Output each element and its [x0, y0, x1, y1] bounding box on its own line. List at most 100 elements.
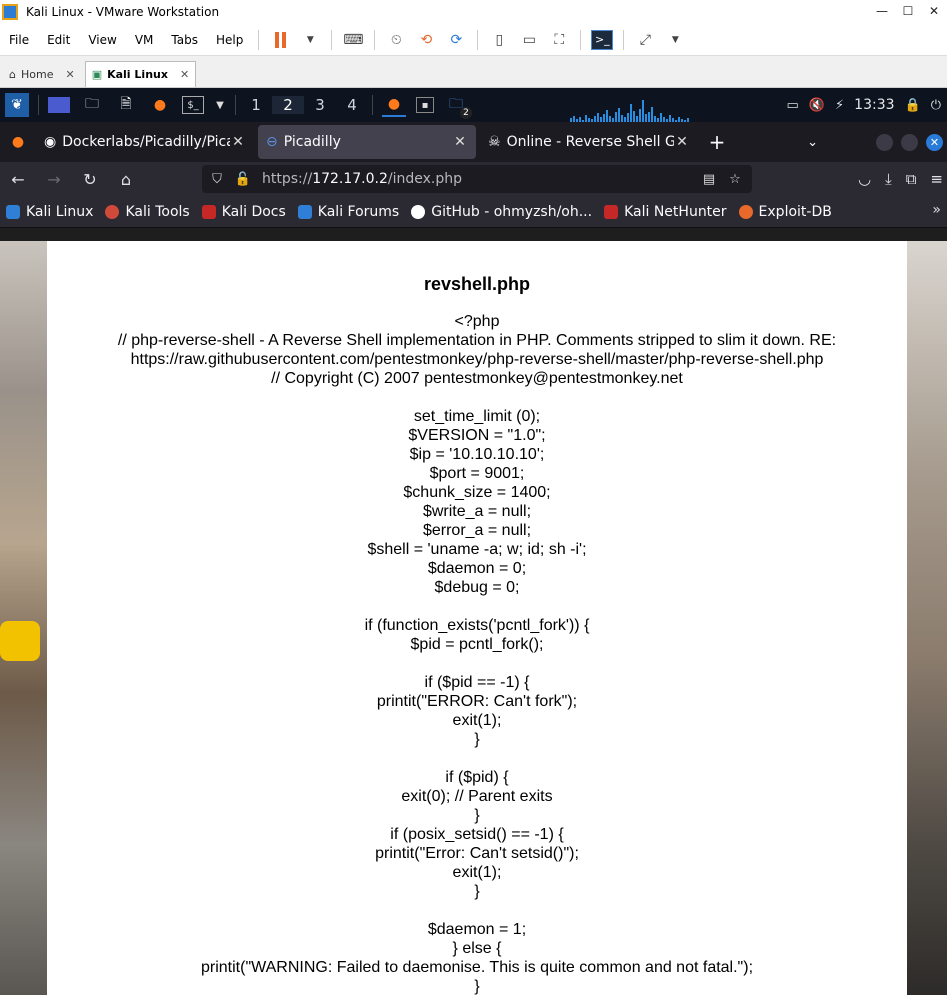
menu-tabs[interactable]: Tabs	[162, 33, 207, 47]
reader-view-icon[interactable]: ▤	[698, 172, 720, 187]
code-line: $chunk_size = 1400;	[403, 484, 551, 501]
url-text[interactable]: https://172.17.0.2/index.php	[262, 171, 694, 187]
network-icon[interactable]: ▭	[787, 98, 799, 113]
toolbar-divider	[477, 29, 479, 50]
firefox-view-icon[interactable]: ●	[0, 134, 36, 150]
show-desktop-icon[interactable]	[48, 97, 70, 113]
volume-muted-icon[interactable]: 🔇	[809, 98, 825, 113]
vm-tab-kali[interactable]: ▣ Kali Linux ✕	[84, 61, 197, 87]
background-sign	[0, 621, 40, 661]
bookmark-exploit-db[interactable]: Exploit-DB	[733, 204, 838, 220]
hamburger-menu-icon[interactable]: ≡	[930, 170, 943, 188]
insecure-lock-icon[interactable]: 🔓	[232, 172, 254, 187]
library-icon[interactable]: ▯	[488, 30, 510, 50]
close-tab-icon[interactable]: ✕	[452, 134, 468, 150]
skull-icon: ☠	[488, 134, 501, 150]
terminal-launcher-icon[interactable]: $_	[182, 96, 204, 114]
vm-tab-home[interactable]: ⌂ Home ✕	[3, 61, 81, 87]
bookmark-kali-linux[interactable]: Kali Linux	[0, 204, 99, 220]
folder-window-icon[interactable]: 🗀 2	[444, 93, 472, 119]
reload-icon[interactable]: ↻	[72, 170, 108, 189]
menu-help[interactable]: Help	[207, 33, 252, 47]
toolbar-divider	[258, 29, 260, 50]
console-view-icon[interactable]: >_	[591, 29, 614, 50]
terminal-window-icon[interactable]: ▪	[416, 97, 434, 113]
menu-vm[interactable]: VM	[126, 33, 163, 47]
window-title: Kali Linux - VMware Workstation	[26, 5, 220, 19]
bookmark-star-icon[interactable]: ☆	[724, 172, 746, 187]
menu-edit[interactable]: Edit	[38, 33, 79, 47]
file-manager-icon[interactable]: 🗀	[80, 93, 104, 117]
snapshot-manager-icon[interactable]: ⟳	[445, 30, 467, 50]
bookmark-kali-forums[interactable]: Kali Forums	[292, 204, 405, 220]
stretch-dropdown-icon[interactable]: ▼	[664, 30, 686, 50]
snapshot-icon[interactable]: ⏲	[385, 30, 407, 50]
revert-snapshot-icon[interactable]: ⟲	[415, 30, 437, 50]
tabstrip-right: ⌄ ✕	[807, 122, 943, 162]
code-line: set_time_limit (0);	[413, 408, 541, 425]
pause-vm-button[interactable]	[269, 30, 291, 50]
list-tabs-icon[interactable]: ⌄	[807, 135, 818, 150]
code-line: $shell = 'uname -a; w; id; sh -i';	[367, 541, 587, 558]
pause-dropdown-icon[interactable]: ▼	[299, 30, 321, 50]
home-icon[interactable]: ⌂	[108, 170, 144, 189]
bookmark-kali-tools[interactable]: Kali Tools	[99, 204, 195, 220]
bookmark-github-ohmyzsh[interactable]: GitHub - ohmyzsh/oh...	[405, 204, 598, 220]
workspace-3[interactable]: 3	[304, 96, 336, 114]
nethunter-icon	[604, 204, 619, 219]
close-tab-icon[interactable]: ✕	[65, 68, 74, 81]
kali-tools-icon	[105, 204, 120, 219]
browser-tab-picadilly[interactable]: ⊖ Picadilly ✕	[258, 125, 476, 159]
forward-icon[interactable]: →	[36, 170, 72, 189]
kali-top-panel: ❦ 🗀 🗎 ● $_ ▼ 1 2 3 4 ● ▪ 🗀 2 ▭ 🔇 ⚡ 13:33 …	[0, 88, 947, 122]
lock-icon[interactable]: 🔒	[905, 98, 921, 113]
browser-tab-github[interactable]: ◉ Dockerlabs/Picadilly/Picad ✕	[36, 125, 254, 159]
thumbnail-icon[interactable]: ▭	[518, 30, 540, 50]
pause-icon	[274, 31, 286, 48]
close-tab-icon[interactable]: ✕	[674, 134, 690, 150]
code-line: }	[474, 883, 480, 900]
kali-menu-icon[interactable]: ❦	[5, 93, 29, 117]
fullscreen-icon[interactable]: ⛶	[548, 30, 570, 50]
code-line: $debug = 0;	[434, 579, 520, 596]
bookmark-label: Kali Forums	[317, 203, 400, 220]
firefox-navbar: ← → ↻ ⌂ ⛉ 🔓 https://172.17.0.2/index.php…	[0, 162, 947, 196]
maximize-circle[interactable]	[901, 133, 918, 151]
close-tab-icon[interactable]: ✕	[180, 68, 189, 81]
power-icon[interactable]: ⚡	[835, 98, 844, 113]
workspace-4[interactable]: 4	[336, 96, 368, 114]
workspace-2[interactable]: 2	[272, 96, 304, 114]
back-icon[interactable]: ←	[0, 170, 36, 189]
new-tab-button[interactable]: +	[702, 130, 732, 154]
code-line: if (function_exists('pcntl_fork')) {	[364, 617, 590, 634]
browser-tab-revshell[interactable]: ☠ Online - Reverse Shell Ge ✕	[480, 125, 698, 159]
maximize-button[interactable]: ☐	[895, 0, 921, 24]
bookmark-kali-nethunter[interactable]: Kali NetHunter	[598, 204, 732, 220]
panel-tray: ▭ 🔇 ⚡ 13:33 🔒 ⏻	[787, 88, 947, 122]
firefox-window-icon[interactable]: ●	[382, 93, 406, 117]
code-line: exit(0); // Parent exits	[401, 788, 553, 805]
vmware-menubar: File Edit View VM Tabs Help ▼ ⌨ ⏲ ⟲ ⟳ ▯ …	[0, 24, 947, 56]
url-bar[interactable]: ⛉ 🔓 https://172.17.0.2/index.php ▤ ☆	[202, 165, 752, 193]
extensions-icon[interactable]: ⧉	[906, 170, 917, 188]
stretch-icon[interactable]: ⤢	[634, 30, 656, 50]
minimize-circle[interactable]	[876, 133, 893, 151]
close-tab-icon[interactable]: ✕	[230, 134, 246, 150]
more-bookmarks-icon[interactable]: »	[932, 202, 941, 218]
menu-view[interactable]: View	[79, 33, 125, 47]
downloads-icon[interactable]: ⤓	[885, 170, 892, 188]
logout-icon[interactable]: ⏻	[931, 98, 941, 113]
minimize-button[interactable]: —	[869, 0, 895, 24]
close-browser-icon[interactable]: ✕	[926, 133, 943, 151]
shield-icon[interactable]: ⛉	[206, 172, 228, 187]
menu-file[interactable]: File	[0, 33, 38, 47]
bookmark-kali-docs[interactable]: Kali Docs	[196, 204, 292, 220]
pocket-icon[interactable]: ◡	[858, 170, 871, 188]
workspace-1[interactable]: 1	[240, 96, 272, 114]
chevron-down-icon[interactable]: ▼	[214, 93, 226, 117]
text-editor-icon[interactable]: 🗎	[114, 93, 138, 117]
firefox-launcher-icon[interactable]: ●	[148, 93, 172, 117]
close-window-button[interactable]: ✕	[921, 0, 947, 24]
send-ctrl-alt-del-icon[interactable]: ⌨	[342, 30, 364, 50]
